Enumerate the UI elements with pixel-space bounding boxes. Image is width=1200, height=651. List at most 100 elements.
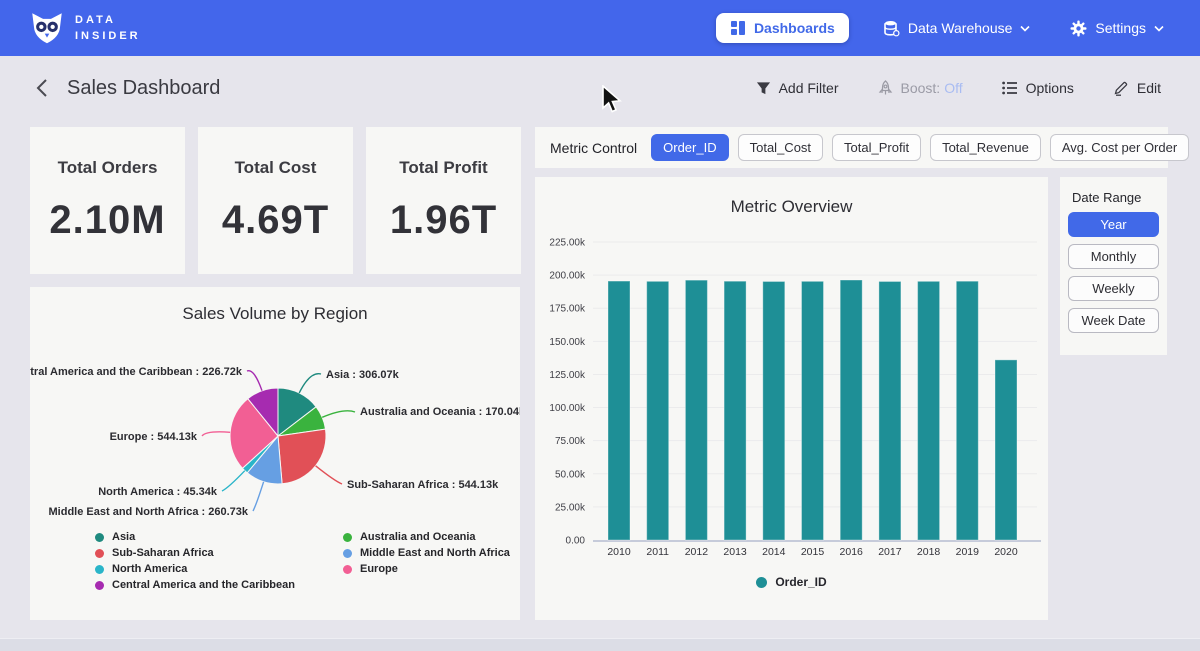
settings-menu[interactable]: Settings (1064, 19, 1170, 38)
bar-2014[interactable] (763, 281, 785, 540)
legend-dot (343, 565, 352, 574)
top-nav: DATA INSIDER Dashboards Data Warehouse (0, 0, 1200, 56)
dashboards-label: Dashboards (754, 20, 835, 36)
legend-dot (95, 581, 104, 590)
date-range-week-date[interactable]: Week Date (1068, 308, 1159, 333)
bar-2016[interactable] (840, 280, 862, 540)
boost-toggle[interactable]: Boost: Off (872, 79, 969, 97)
x-tick-label: 2020 (994, 546, 1018, 558)
kpi-card-total-cost: Total Cost 4.69T (198, 127, 353, 274)
kpi-label: Total Cost (235, 158, 317, 178)
brand-name: DATA INSIDER (75, 12, 141, 45)
boost-value: Off (944, 80, 962, 96)
pie-label-line (247, 371, 262, 391)
kpi-value: 4.69T (222, 198, 329, 243)
metric-chip-total-profit[interactable]: Total_Profit (832, 134, 921, 161)
kpi-card-total-orders: Total Orders 2.10M (30, 127, 185, 274)
legend-item-europe[interactable]: Europe (343, 563, 510, 575)
date-range-monthly[interactable]: Monthly (1068, 244, 1159, 269)
bar-chart-legend[interactable]: Order_ID (535, 575, 1048, 589)
kpi-label: Total Orders (58, 158, 158, 178)
pie-label-line (253, 482, 264, 511)
nav-menu: Dashboards Data Warehouse (716, 13, 1170, 43)
metric-chip-avg-cost-per-order[interactable]: Avg. Cost per Order (1050, 134, 1189, 161)
bar-2019[interactable] (956, 281, 978, 540)
y-tick-label: 0.00 (566, 536, 586, 547)
x-tick-label: 2015 (801, 546, 825, 558)
legend-item-north-america[interactable]: North America (95, 563, 295, 575)
sales-by-region-panel: Sales Volume by Region Asia : 306.07k Aus… (30, 287, 520, 620)
x-tick-label: 2014 (762, 546, 786, 558)
metric-chip-total-cost[interactable]: Total_Cost (738, 134, 823, 161)
pie-chart-plot: Asia : 306.07k Australia and Oceania : 17… (30, 324, 520, 536)
legend-item-asia[interactable]: Asia (95, 531, 295, 543)
metric-chip-total-revenue[interactable]: Total_Revenue (930, 134, 1041, 161)
dashboards-grid-icon (730, 20, 746, 36)
x-tick-label: 2011 (646, 546, 669, 558)
options-label: Options (1026, 80, 1074, 96)
metric-overview-panel: Metric Overview 0.0025.00k50.00k75.00k10… (535, 177, 1048, 620)
pie-chart-title: Sales Volume by Region (30, 287, 520, 324)
kpi-value: 1.96T (390, 198, 497, 243)
page-header: Sales Dashboard Add Filter Boost: Off (0, 56, 1200, 120)
pie-slice-label: Australia and Oceania : 170.04k (360, 406, 520, 418)
pie-label-line (299, 374, 321, 393)
edit-button[interactable]: Edit (1107, 79, 1167, 97)
x-tick-label: 2012 (685, 546, 709, 558)
legend-item-sub-saharan-africa[interactable]: Sub-Saharan Africa (95, 547, 295, 559)
pie-slice-sub-saharan-africa[interactable] (278, 429, 326, 484)
metric-control-label: Metric Control (550, 140, 637, 156)
pie-label-line (222, 471, 245, 491)
bar-chart-plot: 0.0025.00k50.00k75.00k100.00k125.00k150.… (535, 217, 1048, 569)
legend-label: Europe (360, 563, 398, 575)
bar-2011[interactable] (647, 281, 669, 540)
add-filter-button[interactable]: Add Filter (750, 79, 845, 97)
y-tick-label: 125.00k (549, 370, 586, 381)
metric-control-bar: Metric Control Order_ID Total_Cost Total_P… (535, 127, 1168, 168)
list-options-icon (1002, 81, 1018, 95)
legend-label: Order_ID (775, 575, 826, 589)
date-range-panel: Date Range YearMonthlyWeeklyWeek Date (1060, 177, 1167, 355)
pie-slice-label: Asia : 306.07k (326, 369, 400, 381)
bar-2020[interactable] (995, 360, 1017, 540)
date-range-weekly[interactable]: Weekly (1068, 276, 1159, 301)
bar-2012[interactable] (685, 280, 707, 540)
pencil-edit-icon (1113, 80, 1129, 96)
legend-label: Sub-Saharan Africa (112, 547, 214, 559)
kpi-value: 2.10M (49, 198, 165, 243)
settings-label: Settings (1095, 20, 1146, 36)
pie-slice-label: Europe : 544.13k (110, 431, 198, 443)
legend-item-middle-east-and-north-africa[interactable]: Middle East and North Africa (343, 547, 510, 559)
data-warehouse-label: Data Warehouse (908, 20, 1013, 36)
dashboards-button[interactable]: Dashboards (716, 13, 849, 43)
bar-2010[interactable] (608, 281, 630, 540)
pie-slice-label: Central America and the Caribbean : 226.… (30, 366, 243, 378)
y-tick-label: 25.00k (555, 502, 586, 513)
legend-dot (343, 533, 352, 542)
metric-chips: Order_ID Total_Cost Total_Profit Total_Reve… (651, 134, 1189, 161)
bar-2017[interactable] (879, 281, 901, 540)
legend-label: Central America and the Caribbean (112, 579, 295, 591)
bar-chart-title: Metric Overview (535, 177, 1048, 217)
metric-chip-order-id[interactable]: Order_ID (651, 134, 728, 161)
bar-2013[interactable] (724, 281, 746, 540)
database-icon (883, 20, 900, 37)
data-warehouse-menu[interactable]: Data Warehouse (877, 19, 1037, 38)
date-range-year[interactable]: Year (1068, 212, 1159, 237)
pie-label-line (322, 411, 355, 418)
legend-label: Asia (112, 531, 135, 543)
y-tick-label: 75.00k (555, 436, 586, 447)
x-tick-label: 2010 (607, 546, 631, 558)
gear-icon (1070, 20, 1087, 37)
legend-dot (95, 549, 104, 558)
back-button[interactable] (33, 76, 50, 100)
options-button[interactable]: Options (996, 79, 1080, 97)
bar-2015[interactable] (802, 281, 824, 540)
legend-label: Middle East and North Africa (360, 547, 510, 559)
legend-item-australia-and-oceania[interactable]: Australia and Oceania (343, 531, 510, 543)
legend-item-central-america-and-the-caribbean[interactable]: Central America and the Caribbean (95, 579, 295, 591)
chevron-left-icon (35, 78, 48, 98)
filter-funnel-icon (756, 81, 771, 96)
bar-2018[interactable] (918, 281, 940, 540)
chevron-down-icon (1154, 25, 1164, 32)
